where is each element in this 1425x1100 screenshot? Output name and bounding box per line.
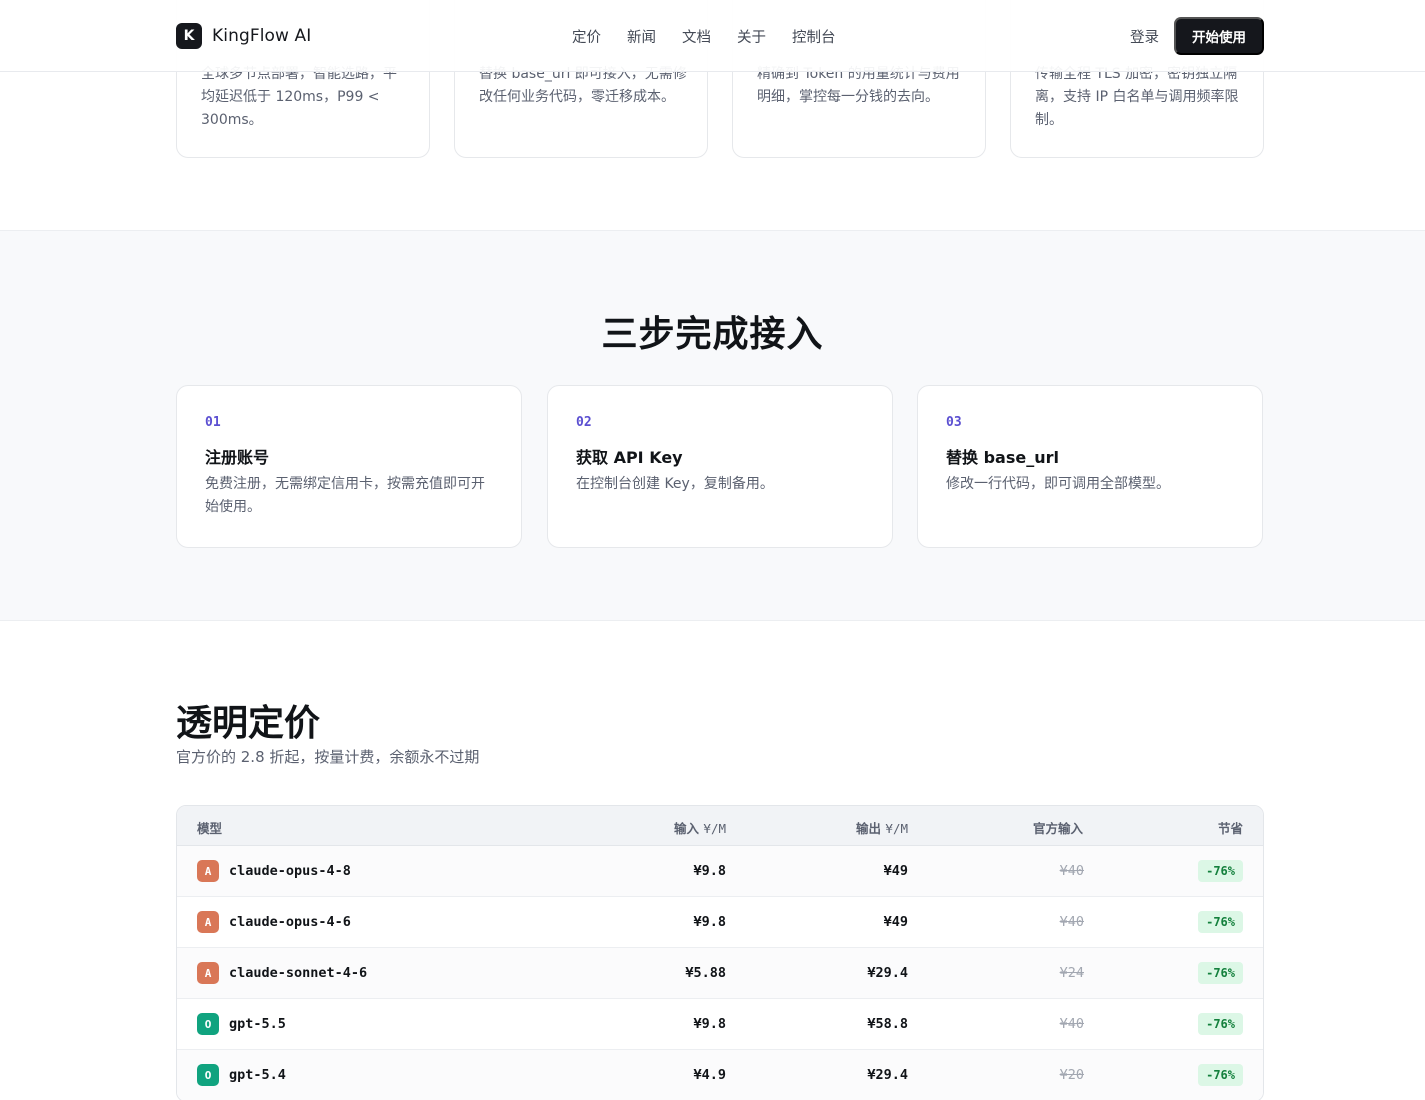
input-price: ¥4.9 — [693, 1067, 726, 1083]
col-official: 官方输入 — [1032, 821, 1083, 836]
input-price: ¥9.8 — [693, 863, 726, 879]
table-row: Ogpt-5.4 ¥4.9 ¥29.4 ¥20 -76% — [177, 1050, 1263, 1100]
col-input-unit: ¥/M — [703, 821, 726, 836]
input-price: ¥9.8 — [693, 914, 726, 930]
official-price: ¥24 — [1059, 965, 1084, 981]
step-desc: 修改一行代码，即可调用全部模型。 — [946, 476, 1170, 492]
step-desc: 在控制台创建 Key，复制备用。 — [576, 476, 774, 492]
input-price: ¥9.8 — [693, 1016, 726, 1032]
step-title: 替换 base_url — [946, 448, 1059, 467]
nav-console[interactable]: 控制台 — [792, 26, 836, 47]
col-save: 节省 — [1217, 821, 1243, 836]
step-title: 获取 API Key — [576, 448, 683, 467]
savings-badge: -76% — [1198, 911, 1243, 933]
col-input: 输入 ¥/M — [674, 818, 726, 837]
step-title: 注册账号 — [205, 448, 270, 467]
savings-badge: -76% — [1198, 1064, 1243, 1086]
feature-desc: 全球多节点部署，智能选路，平均延迟低于 120ms，P99 < 300ms。 — [201, 66, 397, 128]
provider-badge-icon: O — [197, 1064, 219, 1086]
step-number: 01 — [205, 415, 221, 430]
step-card: 02 获取 API Key 在控制台创建 Key，复制备用。 — [547, 385, 893, 548]
provider-badge-icon: O — [197, 1013, 219, 1035]
table-row: Aclaude-sonnet-4-6 ¥5.88 ¥29.4 ¥24 -76% — [177, 948, 1263, 999]
nav-pricing[interactable]: 定价 — [572, 26, 601, 47]
savings-badge: -76% — [1198, 1013, 1243, 1035]
model-name: claude-sonnet-4-6 — [229, 965, 368, 981]
official-price: ¥40 — [1059, 1016, 1084, 1032]
pricing-title: 透明定价 — [176, 703, 321, 744]
col-output-unit: ¥/M — [885, 821, 908, 836]
output-price: ¥29.4 — [867, 965, 908, 981]
table-body: Aclaude-opus-4-8 ¥9.8 ¥49 ¥40 -76% Aclaude-op… — [177, 846, 1263, 1100]
brand-name: KingFlow AI — [212, 26, 312, 46]
nav-about[interactable]: 关于 — [737, 26, 766, 47]
col-model: 模型 — [197, 821, 223, 836]
table-row: Aclaude-opus-4-6 ¥9.8 ¥49 ¥40 -76% — [177, 897, 1263, 948]
steps-title: 三步完成接入 — [601, 314, 824, 355]
step-card: 03 替换 base_url 修改一行代码，即可调用全部模型。 — [917, 385, 1263, 548]
nav-news[interactable]: 新闻 — [627, 26, 656, 47]
step-desc: 免费注册，无需绑定信用卡，按需充值即可开始使用。 — [205, 476, 485, 515]
step-number: 03 — [946, 415, 962, 430]
model-name: gpt-5.5 — [229, 1016, 286, 1032]
get-started-button[interactable]: 开始使用 — [1174, 17, 1264, 55]
model-name: gpt-5.4 — [229, 1067, 286, 1083]
provider-badge-icon: A — [197, 962, 219, 984]
provider-badge-icon: A — [197, 911, 219, 933]
steps-section: 三步完成接入 01 注册账号 免费注册，无需绑定信用卡，按需充值即可开始使用。 … — [0, 231, 1425, 621]
output-price: ¥58.8 — [867, 1016, 908, 1032]
logo[interactable]: K KingFlow AI — [176, 23, 311, 49]
table-row: Ogpt-5.5 ¥9.8 ¥58.8 ¥40 -76% — [177, 999, 1263, 1050]
col-input-label: 输入 — [674, 821, 700, 836]
logo-mark-icon: K — [176, 23, 202, 49]
official-price: ¥40 — [1059, 863, 1084, 879]
output-price: ¥49 — [883, 914, 908, 930]
pricing-table: 模型 输入 ¥/M 输出 ¥/M 官方输入 节省 Aclaude-opus-4-… — [176, 805, 1264, 1100]
col-output: 输出 ¥/M — [856, 818, 908, 837]
table-row: Aclaude-opus-4-8 ¥9.8 ¥49 ¥40 -76% — [177, 846, 1263, 897]
provider-badge-icon: A — [197, 860, 219, 882]
official-price: ¥20 — [1059, 1067, 1084, 1083]
savings-badge: -76% — [1198, 860, 1243, 882]
model-name: claude-opus-4-8 — [229, 863, 351, 879]
model-name: claude-opus-4-6 — [229, 914, 351, 930]
step-number: 02 — [576, 415, 592, 430]
pricing-subtitle: 官方价的 2.8 折起，按量计费，余额永不过期 — [176, 748, 480, 766]
feature-desc: 传输全程 TLS 加密，密钥独立隔离，支持 IP 白名单与调用频率限制。 — [1035, 66, 1239, 128]
main-nav: 定价 新闻 文档 关于 控制台 — [572, 26, 862, 47]
login-link[interactable]: 登录 — [1130, 26, 1159, 47]
official-price: ¥40 — [1059, 914, 1084, 930]
nav-docs[interactable]: 文档 — [682, 26, 711, 47]
col-output-label: 输出 — [856, 821, 882, 836]
savings-badge: -76% — [1198, 962, 1243, 984]
table-header: 模型 输入 ¥/M 输出 ¥/M 官方输入 节省 — [177, 806, 1263, 846]
output-price: ¥29.4 — [867, 1067, 908, 1083]
step-card: 01 注册账号 免费注册，无需绑定信用卡，按需充值即可开始使用。 — [176, 385, 522, 548]
output-price: ¥49 — [883, 863, 908, 879]
input-price: ¥5.88 — [685, 965, 726, 981]
top-header: K KingFlow AI 定价 新闻 文档 关于 控制台 登录 开始使用 — [0, 0, 1425, 72]
